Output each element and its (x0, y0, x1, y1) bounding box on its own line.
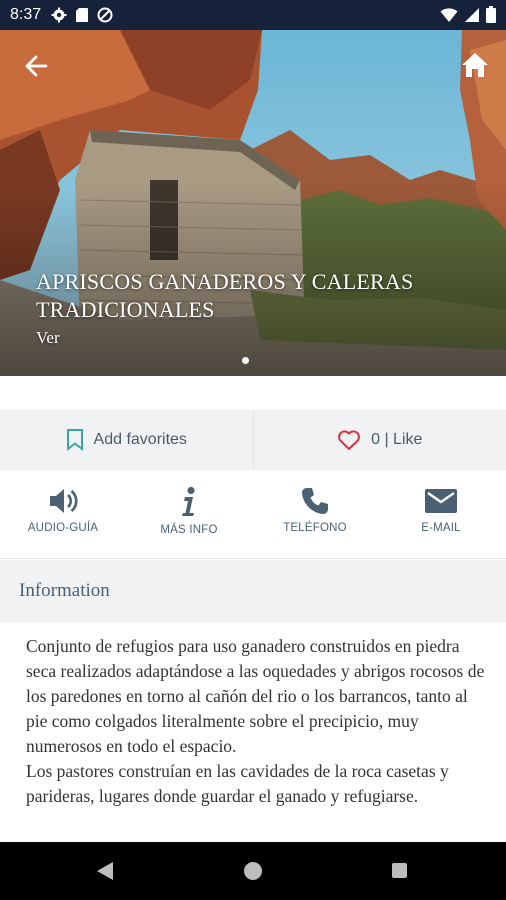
wifi-icon (440, 7, 458, 22)
audio-guide-button[interactable]: AUDIO-GUÍA (0, 472, 126, 558)
speaker-icon (50, 489, 78, 513)
envelope-icon (425, 489, 457, 513)
audio-guide-label: AUDIO-GUÍA (27, 522, 99, 534)
favorites-row: Add favorites 0 | Like (0, 410, 506, 470)
no-data-icon (97, 7, 113, 23)
like-button[interactable]: 0 | Like (252, 410, 506, 470)
add-favorites-button[interactable]: Add favorites (0, 410, 253, 470)
action-bar: AUDIO-GUÍA MÁS INFO TELÉFONO E-MAIL (0, 472, 506, 559)
like-label: 0 | Like (371, 431, 423, 448)
pager-dot[interactable] (242, 357, 249, 364)
phone-label: TELÉFONO (283, 522, 347, 534)
sd-card-icon (76, 8, 89, 22)
email-label: E-MAIL (421, 522, 461, 534)
battery-icon (486, 6, 496, 23)
information-header: Information (0, 560, 506, 622)
phone-button[interactable]: TELÉFONO (252, 472, 378, 558)
email-button[interactable]: E-MAIL (378, 472, 504, 558)
more-info-button[interactable]: MÁS INFO (126, 472, 252, 558)
nav-home-icon[interactable] (244, 862, 262, 880)
nav-back-icon[interactable] (96, 861, 114, 881)
hero-image (0, 30, 506, 376)
information-title: Information (19, 580, 110, 601)
hero-banner[interactable]: APRISCOS GANADEROS Y CALERAS TRADICIONAL… (0, 30, 506, 376)
add-favorites-label: Add favorites (93, 431, 187, 448)
hero-subtitle[interactable]: Ver (36, 328, 60, 348)
nav-recents-icon[interactable] (392, 863, 407, 878)
info-icon (182, 486, 195, 516)
cell-signal-icon (465, 7, 479, 22)
description-text: Conjunto de refugios para uso ganadero c… (26, 636, 485, 806)
status-time: 8:37 (10, 6, 42, 23)
status-bar: 8:37 (0, 0, 506, 30)
home-icon[interactable] (460, 50, 490, 80)
navigation-bar (0, 842, 506, 900)
bookmark-icon (66, 429, 83, 452)
hero-title: APRISCOS GANADEROS Y CALERAS TRADICIONAL… (36, 269, 414, 322)
gear-icon (51, 7, 67, 23)
more-info-label: MÁS INFO (160, 524, 218, 536)
heart-icon (338, 430, 361, 450)
back-arrow-icon[interactable] (22, 52, 50, 80)
phone-icon (302, 488, 328, 514)
